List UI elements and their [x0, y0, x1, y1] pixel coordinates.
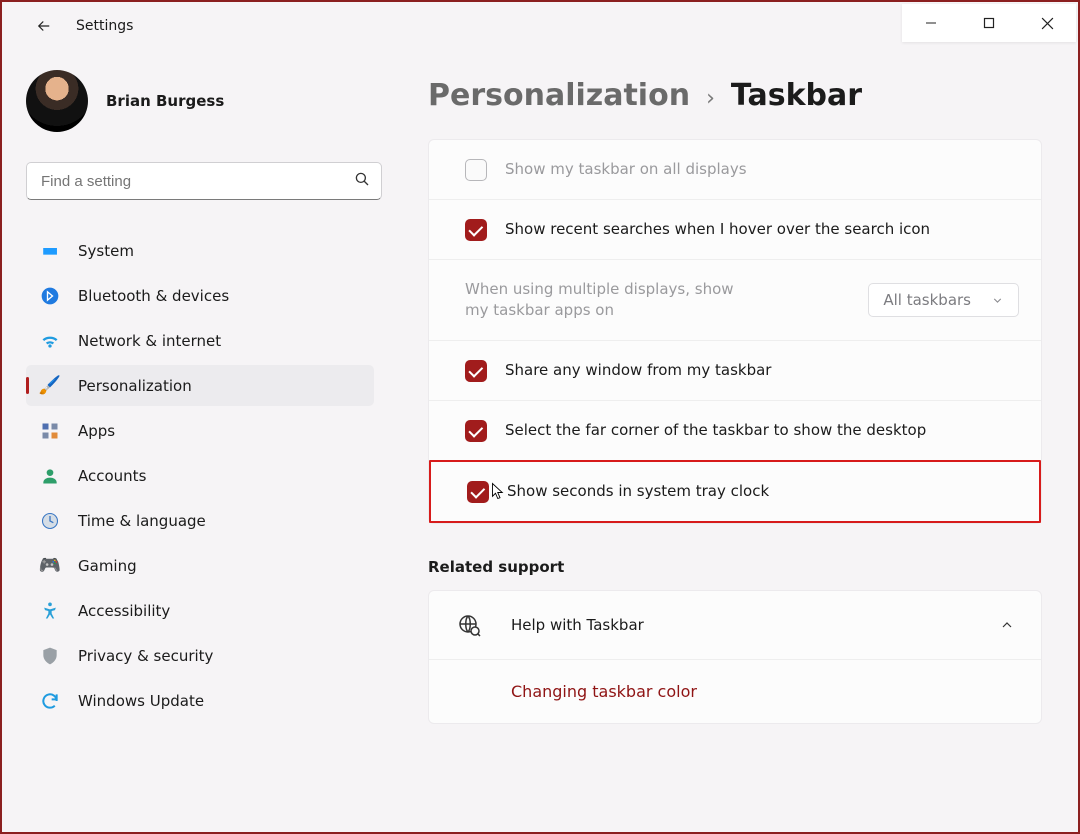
taskbar-behaviors-card: Show my taskbar on all displays Show rec… — [428, 139, 1042, 524]
sidebar-item-personalization[interactable]: 🖌️ Personalization — [26, 365, 374, 406]
arrow-left-icon — [35, 17, 53, 35]
sidebar-item-label: Accessibility — [78, 602, 170, 620]
sidebar-item-label: Apps — [78, 422, 115, 440]
checkbox-checked[interactable] — [465, 360, 487, 382]
window-controls — [902, 4, 1076, 42]
setting-show-seconds[interactable]: Show seconds in system tray clock — [429, 460, 1041, 523]
clock-globe-icon — [38, 509, 62, 533]
sidebar-item-label: Personalization — [78, 377, 192, 395]
wifi-icon — [38, 329, 62, 353]
link-changing-color[interactable]: Changing taskbar color — [429, 659, 1041, 723]
close-button[interactable] — [1018, 4, 1076, 42]
close-icon — [1041, 17, 1054, 30]
brush-icon: 🖌️ — [38, 374, 62, 398]
sidebar-item-update[interactable]: Windows Update — [26, 680, 374, 721]
sidebar-item-system[interactable]: ▬ System — [26, 230, 374, 271]
setting-label: Share any window from my taskbar — [505, 360, 945, 381]
breadcrumb-current: Taskbar — [731, 78, 862, 113]
help-with-taskbar[interactable]: Help with Taskbar — [429, 591, 1041, 659]
sidebar-item-label: Privacy & security — [78, 647, 213, 665]
system-icon: ▬ — [38, 239, 62, 263]
chevron-up-icon — [999, 617, 1015, 633]
multi-display-select: All taskbars — [868, 283, 1019, 317]
link-label: Changing taskbar color — [511, 682, 697, 701]
shield-icon — [38, 644, 62, 668]
related-card: Help with Taskbar Changing taskbar color — [428, 590, 1042, 724]
minimize-button[interactable] — [902, 4, 960, 42]
setting-recent-searches[interactable]: Show recent searches when I hover over t… — [429, 199, 1041, 259]
setting-label: Show recent searches when I hover over t… — [505, 219, 945, 240]
avatar — [26, 70, 88, 132]
sidebar-item-label: Windows Update — [78, 692, 204, 710]
checkbox-checked[interactable] — [467, 481, 489, 503]
sidebar-item-apps[interactable]: Apps — [26, 410, 374, 451]
user-name: Brian Burgess — [106, 92, 224, 110]
related-heading: Related support — [428, 558, 1042, 576]
sidebar-item-bluetooth[interactable]: Bluetooth & devices — [26, 275, 374, 316]
gamepad-icon: 🎮 — [38, 554, 62, 578]
maximize-icon — [983, 17, 995, 29]
setting-far-corner[interactable]: Select the far corner of the taskbar to … — [429, 400, 1041, 460]
breadcrumb: Personalization › Taskbar — [428, 78, 1042, 113]
help-label: Help with Taskbar — [511, 616, 999, 634]
person-icon — [38, 464, 62, 488]
select-value: All taskbars — [883, 291, 971, 309]
sidebar-item-accessibility[interactable]: Accessibility — [26, 590, 374, 631]
search-input-wrap[interactable] — [26, 162, 382, 200]
apps-icon — [38, 419, 62, 443]
search-icon — [353, 170, 371, 192]
back-button[interactable] — [26, 8, 62, 44]
maximize-button[interactable] — [960, 4, 1018, 42]
sidebar-item-label: Gaming — [78, 557, 137, 575]
app-title: Settings — [76, 18, 133, 34]
minimize-icon — [925, 17, 937, 29]
breadcrumb-parent[interactable]: Personalization — [428, 78, 690, 113]
sidebar-item-gaming[interactable]: 🎮 Gaming — [26, 545, 374, 586]
sidebar-item-time[interactable]: Time & language — [26, 500, 374, 541]
globe-help-icon — [455, 613, 483, 637]
checkbox-checked[interactable] — [465, 219, 487, 241]
sidebar-item-label: System — [78, 242, 134, 260]
chevron-right-icon: › — [706, 86, 715, 111]
sidebar-item-accounts[interactable]: Accounts — [26, 455, 374, 496]
sidebar-item-privacy[interactable]: Privacy & security — [26, 635, 374, 676]
setting-share-window[interactable]: Share any window from my taskbar — [429, 340, 1041, 400]
chevron-down-icon — [991, 294, 1004, 307]
setting-label: Show seconds in system tray clock — [507, 481, 947, 502]
accessibility-icon — [38, 599, 62, 623]
sidebar-item-label: Bluetooth & devices — [78, 287, 229, 305]
sidebar-item-network[interactable]: Network & internet — [26, 320, 374, 361]
setting-label: Select the far corner of the taskbar to … — [505, 420, 945, 441]
setting-label: Show my taskbar on all displays — [505, 159, 945, 180]
setting-multi-display: When using multiple displays, show my ta… — [429, 259, 1041, 340]
sidebar-item-label: Time & language — [78, 512, 206, 530]
cursor-icon — [491, 482, 506, 500]
checkbox-unchecked — [465, 159, 487, 181]
setting-label: When using multiple displays, show my ta… — [465, 279, 745, 321]
update-icon — [38, 689, 62, 713]
setting-show-all-displays: Show my taskbar on all displays — [429, 140, 1041, 199]
bluetooth-icon — [38, 284, 62, 308]
checkbox-checked[interactable] — [465, 420, 487, 442]
user-block[interactable]: Brian Burgess — [26, 70, 374, 132]
search-input[interactable] — [41, 173, 353, 190]
sidebar-item-label: Network & internet — [78, 332, 221, 350]
sidebar-item-label: Accounts — [78, 467, 146, 485]
sidebar-nav: ▬ System Bluetooth & devices Network & i… — [26, 230, 374, 721]
